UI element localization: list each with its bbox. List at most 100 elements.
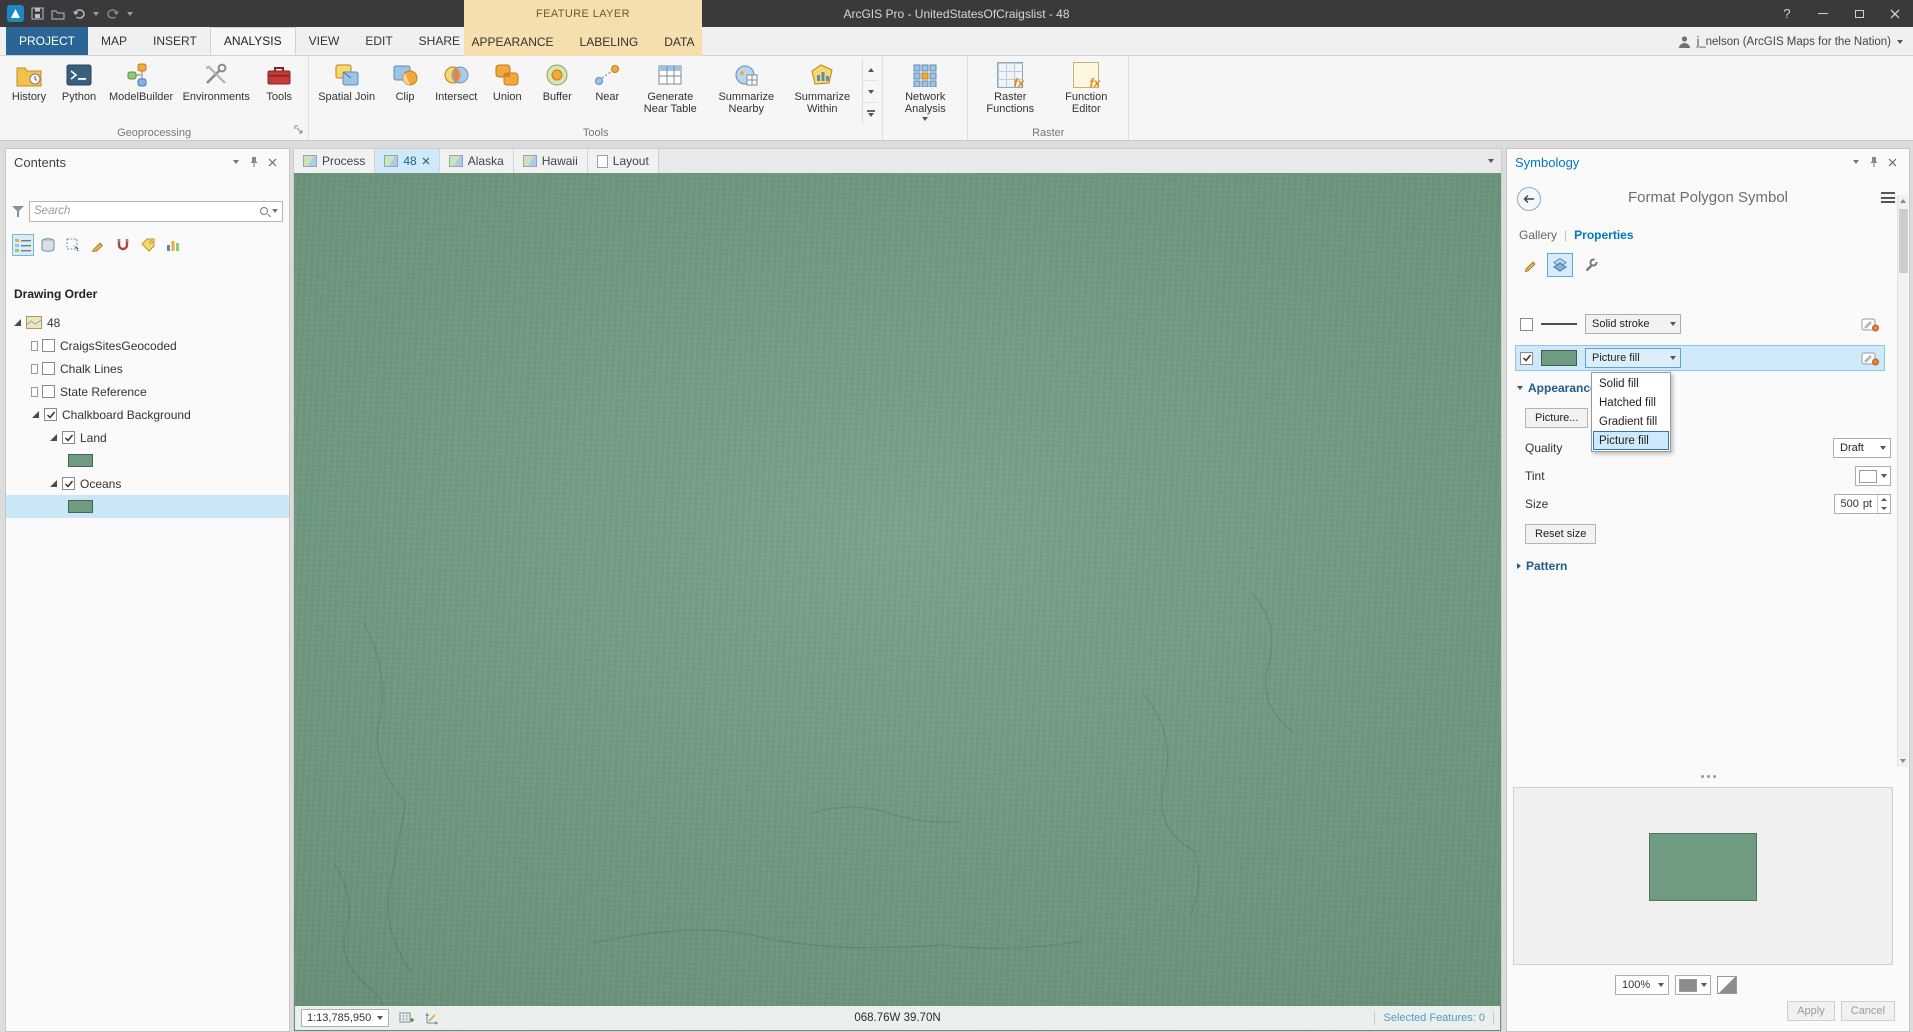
tab-project[interactable]: PROJECT — [6, 27, 89, 55]
doc-tab-48[interactable]: 48 — [375, 149, 440, 173]
stroke-color-picker-icon[interactable] — [1861, 316, 1880, 332]
cancel-button[interactable]: Cancel — [1840, 1001, 1895, 1021]
tab-view[interactable]: VIEW — [296, 27, 353, 55]
expander-closed-icon[interactable] — [31, 386, 38, 397]
modelbuilder-button[interactable]: ModelBuilder — [104, 59, 178, 105]
filter-icon[interactable] — [12, 205, 24, 217]
symbology-scrollbar[interactable] — [1897, 195, 1908, 767]
search-dropdown-icon[interactable] — [272, 209, 278, 213]
stroke-layer-row[interactable]: Solid stroke — [1515, 311, 1885, 337]
selected-features-status[interactable]: Selected Features: 0 — [1374, 1011, 1494, 1025]
expander-closed-icon[interactable] — [31, 340, 38, 351]
picture-button[interactable]: Picture... — [1525, 408, 1589, 428]
layer-checkbox-unchecked[interactable] — [42, 339, 55, 352]
stroke-checkbox-unchecked[interactable] — [1520, 317, 1533, 331]
stroke-type-combo[interactable]: Solid stroke — [1585, 314, 1681, 334]
function-editor-button[interactable]: fx Function Editor — [1048, 59, 1124, 117]
maximize-button[interactable] — [1841, 0, 1877, 27]
list-by-editing-icon[interactable] — [87, 234, 109, 256]
swap-preview-icon[interactable] — [1717, 976, 1738, 994]
tab-overflow-icon[interactable] — [1481, 149, 1501, 173]
list-by-charts-icon[interactable] — [162, 234, 184, 256]
fill-layer-row[interactable]: Picture fill — [1515, 345, 1885, 371]
tab-insert[interactable]: INSERT — [140, 27, 210, 55]
gallery-scroll-down-icon[interactable] — [863, 81, 879, 103]
symbol-tab-icon[interactable] — [1517, 253, 1543, 277]
pane-menu-icon[interactable] — [1847, 153, 1865, 171]
scroll-down-icon[interactable] — [1898, 755, 1908, 767]
doc-tab-process[interactable]: Process — [294, 149, 376, 173]
help-button[interactable]: ? — [1769, 0, 1805, 27]
close-pane-icon[interactable] — [263, 153, 281, 171]
size-spinner[interactable]: 500 pt — [1834, 494, 1891, 514]
tab-properties[interactable]: Properties — [1574, 228, 1633, 242]
layers-tab-icon[interactable] — [1547, 253, 1573, 277]
layer-checkbox-unchecked[interactable] — [42, 385, 55, 398]
close-tab-icon[interactable] — [422, 157, 430, 165]
tree-item-map[interactable]: 48 — [6, 311, 289, 334]
fill-checkbox-checked[interactable] — [1520, 351, 1533, 365]
qat-customize-icon[interactable] — [127, 11, 133, 16]
layer-checkbox-checked[interactable] — [62, 431, 75, 444]
clip-button[interactable]: Clip — [380, 59, 430, 105]
tab-appearance[interactable]: APPEARANCE — [459, 27, 567, 56]
fill-color-picker-icon[interactable] — [1861, 350, 1880, 366]
tree-item-oceans[interactable]: Oceans — [6, 472, 289, 495]
list-by-snapping-icon[interactable] — [112, 234, 134, 256]
menu-item-hatched-fill[interactable]: Hatched fill — [1593, 393, 1669, 412]
tools-button[interactable]: Tools — [254, 59, 304, 105]
history-button[interactable]: History — [4, 59, 54, 105]
doc-tab-alaska[interactable]: Alaska — [439, 149, 514, 173]
layer-checkbox-checked[interactable] — [44, 408, 57, 421]
tree-item-oceans-symbol[interactable] — [6, 495, 289, 518]
add-feature-grid-icon[interactable] — [397, 1009, 415, 1027]
tab-edit[interactable]: EDIT — [352, 27, 405, 55]
scroll-up-icon[interactable] — [1898, 195, 1908, 207]
expander-open-icon[interactable] — [14, 319, 21, 326]
appearance-section-header[interactable]: Appearance — [1517, 381, 1597, 395]
save-icon[interactable] — [31, 7, 44, 20]
quality-combo[interactable]: Draft — [1833, 438, 1891, 458]
tint-color-combo[interactable] — [1855, 466, 1891, 486]
tab-labeling[interactable]: LABELING — [567, 27, 652, 56]
spatial-join-button[interactable]: Spatial Join — [313, 59, 380, 105]
apply-button[interactable]: Apply — [1787, 1001, 1835, 1021]
menu-item-picture-fill[interactable]: Picture fill — [1593, 431, 1669, 450]
open-project-icon[interactable] — [51, 8, 65, 20]
preview-splitter[interactable] — [1511, 771, 1905, 781]
tab-gallery[interactable]: Gallery — [1519, 228, 1557, 242]
summarize-nearby-button[interactable]: Summarize Nearby — [708, 59, 784, 117]
tree-item-chalk-lines[interactable]: Chalk Lines — [6, 357, 289, 380]
reset-size-button[interactable]: Reset size — [1525, 524, 1597, 544]
tree-item-chalkboard-background[interactable]: Chalkboard Background — [6, 403, 289, 426]
tree-item-craigssitesgeocoded[interactable]: CraigsSitesGeocoded — [6, 334, 289, 357]
expander-closed-icon[interactable] — [31, 363, 38, 374]
near-button[interactable]: Near — [582, 59, 632, 105]
close-button[interactable] — [1877, 0, 1913, 27]
close-pane-icon[interactable] — [1883, 153, 1901, 171]
environments-button[interactable]: Environments — [178, 59, 254, 105]
doc-tab-hawaii[interactable]: Hawaii — [513, 149, 588, 173]
tree-item-land[interactable]: Land — [6, 426, 289, 449]
tab-data[interactable]: DATA — [651, 27, 707, 56]
layer-checkbox-checked[interactable] — [62, 477, 75, 490]
size-increment-icon[interactable] — [1878, 495, 1890, 504]
undo-dropdown-icon[interactable] — [93, 11, 99, 16]
fill-type-combo[interactable]: Picture fill — [1585, 348, 1681, 368]
python-button[interactable]: Python — [54, 59, 104, 105]
doc-tab-layout[interactable]: Layout — [587, 149, 659, 173]
expander-open-icon[interactable] — [50, 434, 57, 441]
preview-background-combo[interactable] — [1675, 975, 1712, 995]
minimize-button[interactable] — [1805, 0, 1841, 27]
account-menu[interactable]: j_nelson (ArcGIS Maps for the Nation) — [1678, 27, 1903, 56]
map-canvas[interactable]: 1:13,785,950 068.76W 39.70N Selected Fea… — [293, 173, 1502, 1032]
size-decrement-icon[interactable] — [1878, 504, 1890, 513]
redo-icon[interactable] — [106, 8, 120, 20]
pin-icon[interactable] — [245, 153, 263, 171]
union-button[interactable]: Union — [482, 59, 532, 105]
undo-icon[interactable] — [72, 8, 86, 20]
pin-icon[interactable] — [1865, 153, 1883, 171]
expander-open-icon[interactable] — [32, 411, 39, 418]
gallery-expand-icon[interactable] — [863, 103, 878, 124]
layer-checkbox-unchecked[interactable] — [42, 362, 55, 375]
